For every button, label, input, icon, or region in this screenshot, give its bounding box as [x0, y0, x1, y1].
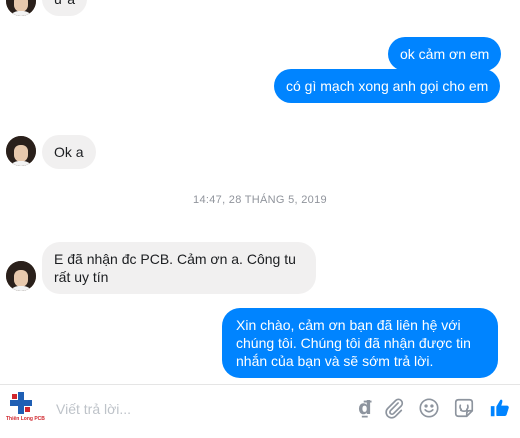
currency-icon[interactable]: ₫ [354, 397, 376, 419]
composer-bar: Thiên Long PCB ₫ [0, 384, 520, 438]
message-timestamp: 14:47, 28 THÁNG 5, 2019 [193, 194, 327, 206]
message-bubble-outgoing[interactable]: ok cảm ơn em [388, 37, 502, 71]
message-thread: ừ a ok cảm ơn em có gì mạch xong anh gọi… [0, 0, 520, 384]
avatar[interactable] [6, 0, 36, 16]
logo: Thiên Long PCB [6, 392, 45, 426]
like-icon[interactable] [489, 397, 511, 419]
message-bubble-outgoing[interactable]: Xin chào, cảm ơn bạn đã liên hệ với chún… [222, 308, 498, 378]
emoji-icon[interactable] [418, 397, 440, 419]
message-bubble-incoming[interactable]: ừ a [42, 0, 88, 16]
avatar[interactable] [6, 261, 36, 291]
avatar[interactable] [6, 136, 36, 166]
logo-text: Thiên Long PCB [6, 416, 45, 422]
message-bubble-incoming[interactable]: E đã nhận đc PCB. Cảm ơn a. Công tu rất … [42, 242, 316, 294]
message-bubble-incoming[interactable]: Ok a [42, 135, 96, 169]
logo-mark-icon [10, 392, 32, 414]
message-bubble-outgoing[interactable]: có gì mạch xong anh gọi cho em [274, 69, 501, 103]
paperclip-icon[interactable] [383, 397, 405, 419]
gif-icon[interactable] [453, 397, 475, 419]
reply-input[interactable] [56, 399, 326, 419]
